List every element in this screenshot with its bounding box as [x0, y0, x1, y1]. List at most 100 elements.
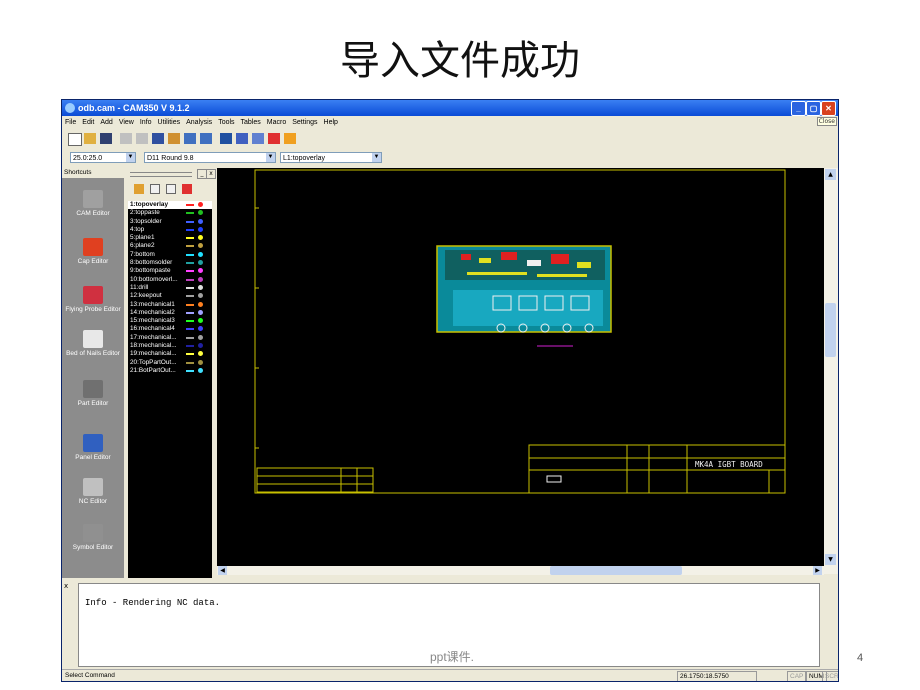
layer-color-dot[interactable]	[198, 210, 203, 216]
layer-row[interactable]: 17:mechanical...	[128, 334, 212, 342]
layer-color-dot[interactable]	[198, 343, 203, 349]
layer-row[interactable]: 4:top	[128, 226, 212, 234]
panel-grip[interactable]	[130, 172, 192, 177]
grid-icon[interactable]	[236, 133, 248, 144]
menu-macro[interactable]: Macro	[264, 117, 289, 129]
layer-row[interactable]: 6:plane2	[128, 242, 212, 250]
layer-color-dot[interactable]	[198, 359, 203, 365]
menu-info[interactable]: Info	[137, 117, 155, 129]
dcode-select[interactable]: D11 Round 9.8 ▼	[144, 152, 276, 163]
layer-color-dot[interactable]	[198, 326, 203, 332]
layer-color-dot[interactable]	[198, 268, 203, 274]
layer-row[interactable]: 15:mechanical3	[128, 317, 212, 325]
layer-color-dot[interactable]	[198, 367, 203, 373]
minimize-button[interactable]: _	[791, 101, 806, 116]
output-close-icon[interactable]: x	[64, 582, 72, 590]
layer-color-dot[interactable]	[198, 235, 203, 241]
layer-row[interactable]: 20:TopPartOut...	[128, 359, 212, 367]
menu-utilities[interactable]: Utilities	[155, 117, 184, 129]
layer-color-dot[interactable]	[198, 318, 203, 324]
colors-icon[interactable]	[268, 133, 280, 144]
layer-color-dot[interactable]	[198, 202, 203, 207]
shortcut-item[interactable]: Part Editor	[62, 380, 124, 408]
chevron-down-icon[interactable]: ▼	[266, 153, 275, 162]
layer-delete-icon[interactable]	[182, 184, 192, 194]
layer-row[interactable]: 8:bottomsolder	[128, 259, 212, 267]
layer-color-dot[interactable]	[198, 276, 203, 282]
drawing-canvas[interactable]: MK4A IGBT BOARD	[217, 168, 824, 566]
layer-color-dot[interactable]	[198, 226, 203, 232]
open-file-icon[interactable]	[84, 133, 96, 144]
scroll-right-icon[interactable]: ▶	[813, 566, 822, 575]
new-file-icon[interactable]	[68, 133, 82, 146]
shortcut-item[interactable]: NC Editor	[62, 478, 124, 506]
print-icon[interactable]	[168, 133, 180, 144]
layer-row[interactable]: 21:BotPartOut...	[128, 367, 212, 375]
maximize-button[interactable]: ▢	[806, 101, 821, 116]
vertical-scroll-thumb[interactable]	[825, 303, 836, 357]
layer-properties-icon[interactable]	[166, 184, 176, 194]
layers-icon[interactable]	[252, 133, 264, 144]
chevron-down-icon[interactable]: ▼	[126, 153, 135, 162]
menu-analysis[interactable]: Analysis	[183, 117, 215, 129]
grid-select[interactable]: 25.0:25.0 ▼	[70, 152, 136, 163]
zoom-in-icon[interactable]	[184, 133, 196, 144]
layer-row[interactable]: 3:topsolder	[128, 218, 212, 226]
layer-color-dot[interactable]	[198, 301, 203, 307]
scroll-up-icon[interactable]: ▲	[825, 169, 836, 180]
layer-row[interactable]: 13:mechanical1	[128, 301, 212, 309]
menu-tools[interactable]: Tools	[215, 117, 237, 129]
menu-add[interactable]: Add	[97, 117, 115, 129]
layer-select[interactable]: L1:topoverlay ▼	[280, 152, 382, 163]
layer-row[interactable]: 19:mechanical...	[128, 350, 212, 358]
layer-color-dot[interactable]	[198, 309, 203, 315]
layer-color-dot[interactable]	[198, 351, 203, 357]
horizontal-scrollbar[interactable]: ◀ ▶	[217, 566, 824, 575]
layer-color-dot[interactable]	[198, 260, 203, 266]
layer-row[interactable]: 16:mechanical4	[128, 325, 212, 333]
layer-color-dot[interactable]	[198, 284, 203, 290]
layer-row[interactable]: 11:drill	[128, 284, 212, 292]
layer-color-dot[interactable]	[198, 243, 203, 249]
shortcut-item[interactable]: Bed of Nails Editor	[62, 330, 124, 358]
layer-row[interactable]: 10:bottomoverl...	[128, 276, 212, 284]
scroll-down-icon[interactable]: ▼	[825, 554, 836, 565]
shortcut-item[interactable]: CAM Editor	[62, 190, 124, 218]
layer-row[interactable]: 9:bottompaste	[128, 267, 212, 275]
window-titlebar[interactable]: odb.cam - CAM350 V 9.1.2 _ ▢ ✕	[62, 100, 838, 116]
layer-row[interactable]: 1:topoverlay	[128, 201, 212, 210]
layer-color-dot[interactable]	[198, 218, 203, 224]
layer-row[interactable]: 12:keepout	[128, 292, 212, 300]
layer-add-icon[interactable]	[150, 184, 160, 194]
layer-row[interactable]: 14:mechanical2	[128, 309, 212, 317]
menu-edit[interactable]: Edit	[79, 117, 97, 129]
layer-row[interactable]: 7:bottom	[128, 251, 212, 259]
panel-close-icon[interactable]: x	[206, 169, 216, 179]
layer-row[interactable]: 18:mechanical...	[128, 342, 212, 350]
shortcut-item[interactable]: Flying Probe Editor	[62, 286, 124, 314]
layer-row[interactable]: 2:toppaste	[128, 209, 212, 217]
zoom-out-icon[interactable]	[200, 133, 212, 144]
shortcut-item[interactable]: Symbol Editor	[62, 524, 124, 552]
layer-row[interactable]: 5:plane1	[128, 234, 212, 242]
layer-color-dot[interactable]	[198, 334, 203, 340]
layer-up-icon[interactable]	[134, 184, 144, 194]
menu-help[interactable]: Help	[321, 117, 341, 129]
scroll-left-icon[interactable]: ◀	[218, 566, 227, 575]
vertical-scrollbar[interactable]: ▲ ▼	[824, 168, 838, 574]
layer-color-dot[interactable]	[198, 293, 203, 299]
undo-icon[interactable]	[120, 133, 132, 144]
layer-color-dot[interactable]	[198, 251, 203, 257]
chevron-down-icon[interactable]: ▼	[372, 153, 381, 162]
menu-settings[interactable]: Settings	[289, 117, 320, 129]
menu-view[interactable]: View	[116, 117, 137, 129]
layer-table-icon[interactable]	[220, 133, 232, 144]
horizontal-scroll-thumb[interactable]	[550, 566, 682, 575]
shortcut-item[interactable]: Panel Editor	[62, 434, 124, 462]
palette-icon[interactable]	[284, 133, 296, 144]
menu-file[interactable]: File	[62, 117, 79, 129]
close-button[interactable]: ✕	[821, 101, 836, 116]
menu-tables[interactable]: Tables	[238, 117, 264, 129]
redo-icon[interactable]	[136, 133, 148, 144]
shortcut-item[interactable]: Cap Editor	[62, 238, 124, 266]
